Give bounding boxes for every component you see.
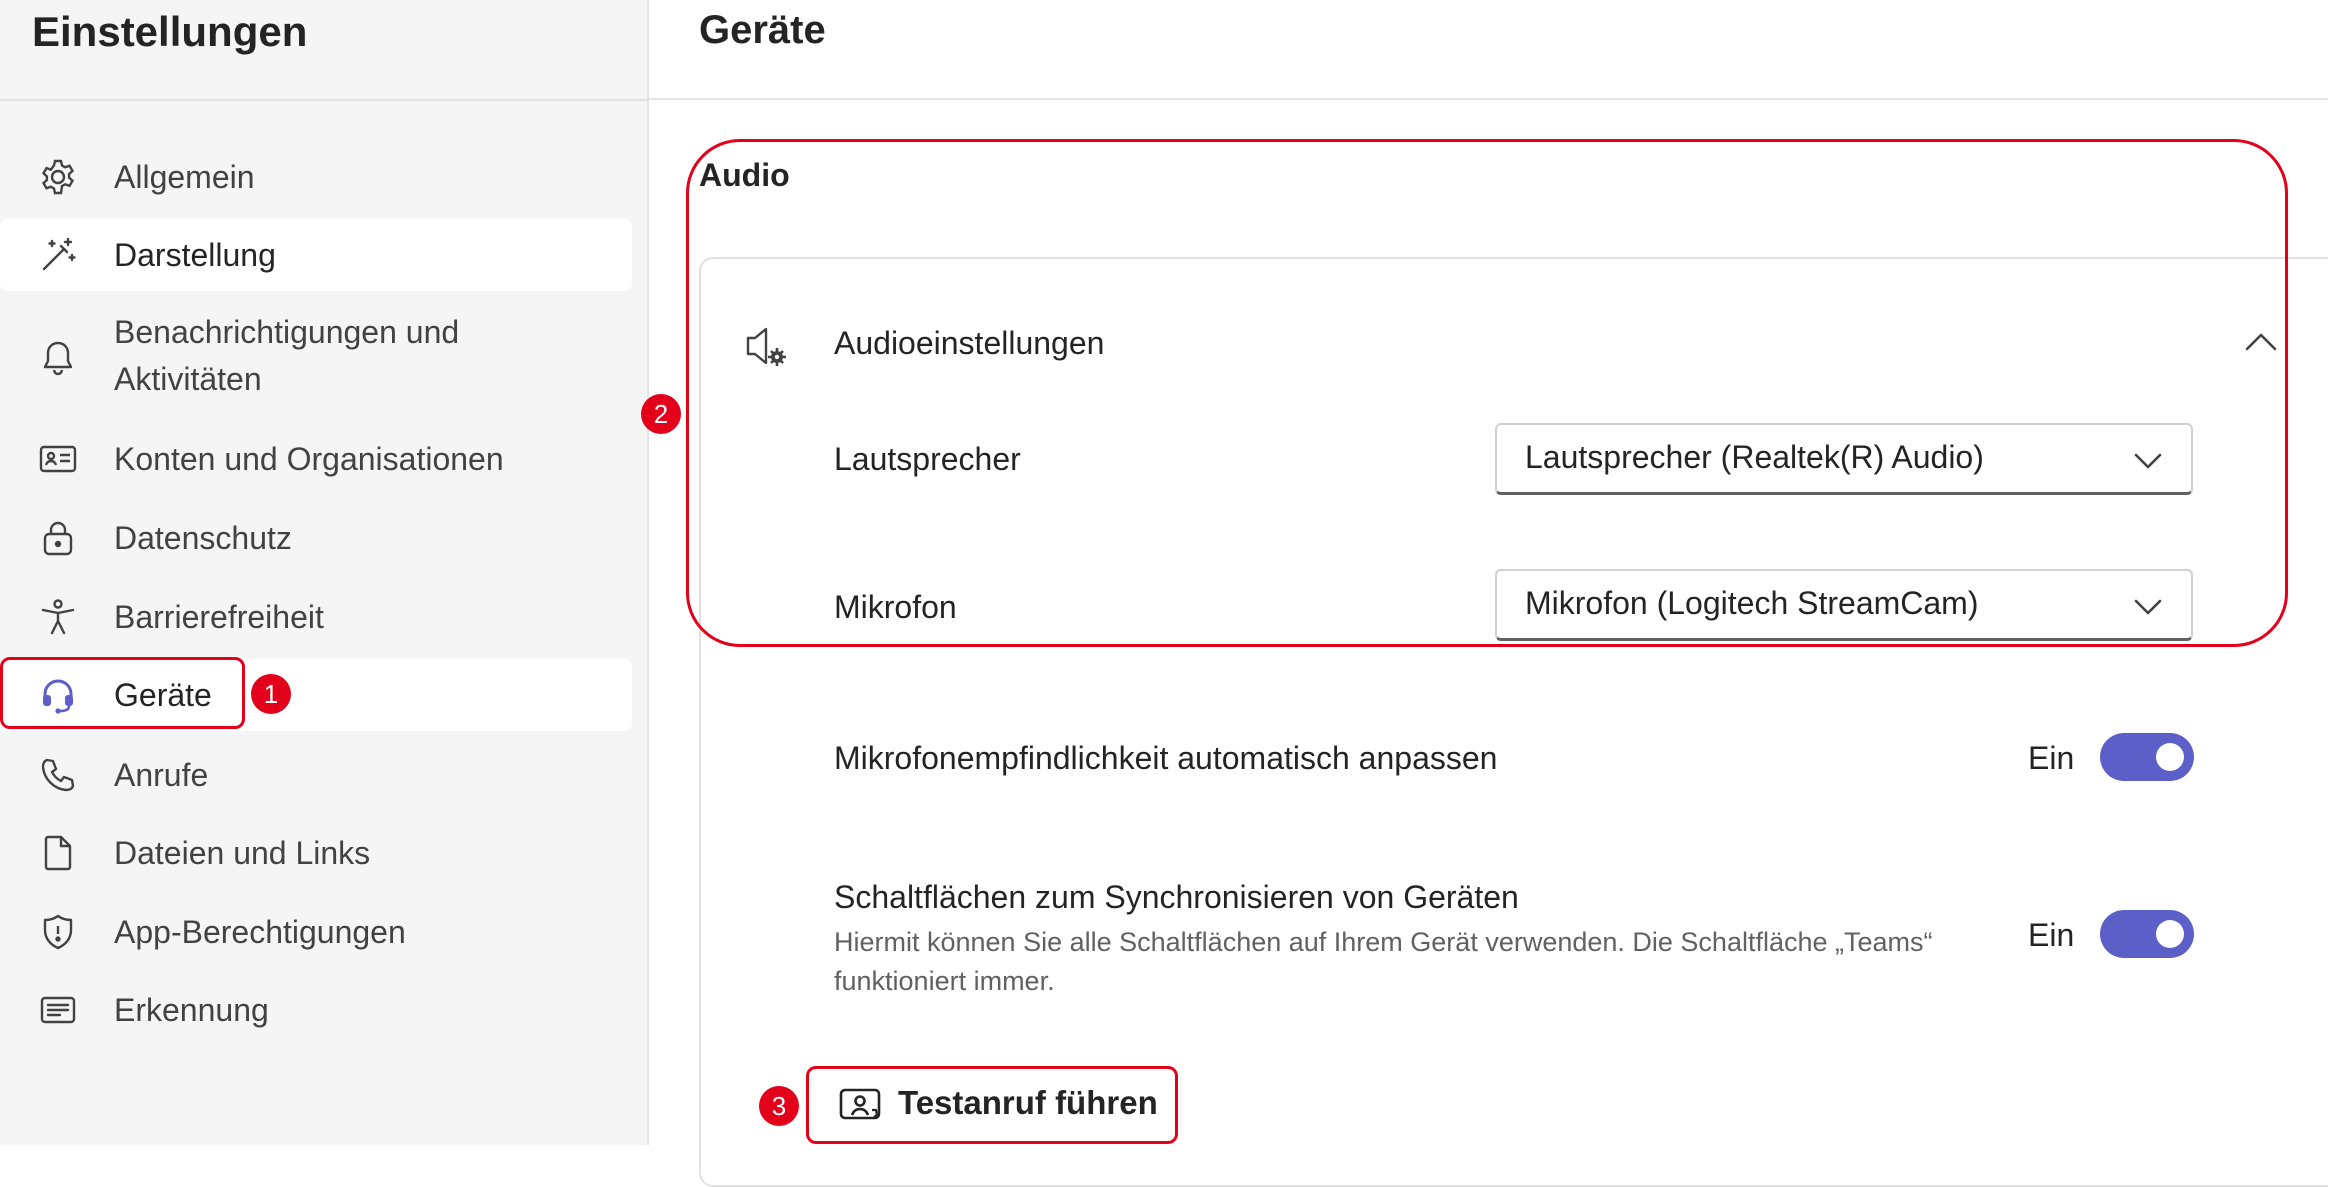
gear-icon bbox=[36, 155, 80, 199]
toggle-knob bbox=[2156, 920, 2184, 948]
sidebar-item-dateien[interactable]: Dateien und Links bbox=[0, 817, 632, 889]
accessibility-icon bbox=[36, 595, 80, 639]
bell-icon bbox=[36, 336, 80, 380]
annotation-box-3 bbox=[806, 1066, 1178, 1144]
sidebar-divider bbox=[0, 99, 649, 101]
lock-icon bbox=[36, 516, 80, 560]
annotation-badge-3: 3 bbox=[759, 1086, 799, 1126]
sidebar-item-label: Erkennung bbox=[114, 991, 269, 1028]
sidebar-item-darstellung[interactable]: Darstellung bbox=[0, 219, 632, 291]
sidebar-item-barrierefreiheit[interactable]: Barrierefreiheit bbox=[0, 581, 632, 653]
sync-buttons-state: Ein bbox=[2028, 917, 2075, 953]
annotation-badge-2: 2 bbox=[641, 394, 681, 434]
sidebar-item-label: Barrierefreiheit bbox=[114, 598, 324, 635]
sidebar-item-benachrichtigungen[interactable]: Benachrichtigungen und Aktivitäten bbox=[0, 309, 632, 407]
sidebar-item-konten[interactable]: Konten und Organisationen bbox=[0, 423, 632, 495]
sidebar-item-label-line2: Aktivitäten bbox=[114, 361, 262, 397]
sidebar-item-anrufe[interactable]: Anrufe bbox=[0, 739, 632, 811]
document-icon bbox=[36, 831, 80, 875]
sidebar-item-label: Darstellung bbox=[114, 236, 276, 273]
text-box-icon bbox=[36, 988, 80, 1032]
page-title: Geräte bbox=[699, 8, 826, 52]
shield-icon bbox=[36, 910, 80, 954]
sidebar-item-label: Dateien und Links bbox=[114, 834, 371, 871]
sidebar-item-allgemein[interactable]: Allgemein bbox=[0, 141, 632, 213]
sidebar-item-label: Konten und Organisationen bbox=[114, 440, 504, 477]
sync-buttons-toggle[interactable] bbox=[2100, 910, 2194, 958]
auto-gain-state: Ein bbox=[2028, 740, 2075, 776]
toggle-knob bbox=[2156, 743, 2184, 771]
auto-gain-label: Mikrofonempfindlichkeit automatisch anpa… bbox=[834, 740, 1498, 776]
main-header: Geräte bbox=[649, 0, 2328, 100]
sidebar-item-label: Allgemein bbox=[114, 158, 255, 195]
id-card-icon bbox=[36, 437, 80, 481]
sidebar-item-label: App-Berechtigungen bbox=[114, 913, 406, 950]
sidebar-item-label: Anrufe bbox=[114, 756, 209, 793]
sync-buttons-label: Schaltflächen zum Synchronisieren von Ge… bbox=[834, 879, 1519, 915]
magic-wand-icon bbox=[36, 233, 80, 277]
annotation-box-1 bbox=[0, 657, 245, 729]
phone-icon bbox=[36, 753, 80, 797]
auto-gain-toggle[interactable] bbox=[2100, 733, 2194, 781]
sidebar-item-label: Datenschutz bbox=[114, 519, 292, 556]
annotation-box-2 bbox=[686, 139, 2288, 647]
sync-buttons-description: Hiermit können Sie alle Schaltflächen au… bbox=[834, 927, 1933, 996]
sidebar-item-datenschutz[interactable]: Datenschutz bbox=[0, 502, 632, 574]
sidebar-item-label-line1: Benachrichtigungen und bbox=[114, 314, 460, 350]
sidebar-title: Einstellungen bbox=[32, 8, 308, 55]
sidebar-item-app-berechtigungen[interactable]: App-Berechtigungen bbox=[0, 896, 632, 968]
settings-sidebar: Einstellungen Allgemein Darstellung Bena… bbox=[0, 0, 649, 1145]
sidebar-item-erkennung[interactable]: Erkennung bbox=[0, 974, 632, 1046]
annotation-badge-1: 1 bbox=[251, 674, 291, 714]
